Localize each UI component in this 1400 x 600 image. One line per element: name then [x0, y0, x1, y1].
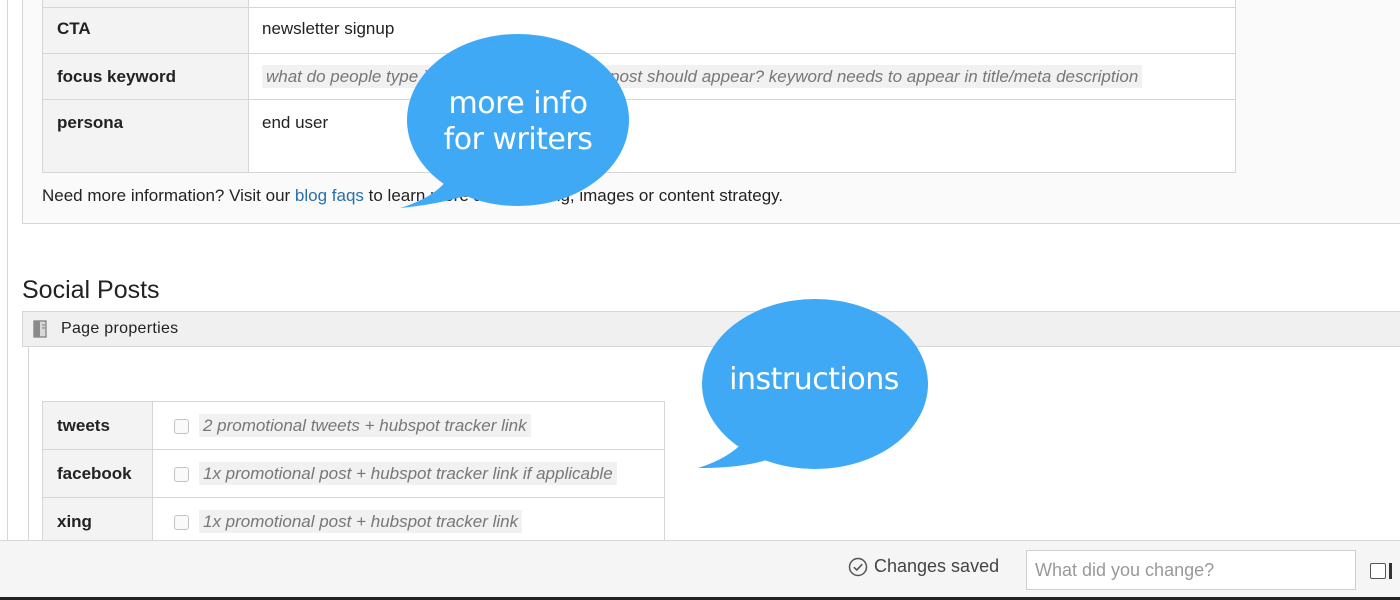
meta-hint: what do people type in google when this … [262, 65, 1143, 88]
social-key: xing [42, 497, 153, 546]
page-properties-label: Page properties [61, 320, 179, 337]
social-key: facebook [42, 449, 153, 498]
check-circle-icon [848, 557, 868, 576]
panel-icon [33, 320, 47, 338]
social-instruction: 1x promotional post + hubspot tracker li… [199, 461, 617, 485]
left-border-line [7, 0, 8, 540]
bottom-bar: Changes saved [0, 540, 1400, 600]
social-row-facebook: facebook 1x promotional post + hubspot t… [42, 449, 665, 498]
change-description-input[interactable] [1026, 550, 1356, 590]
social-row-tweets: tweets 2 promotional tweets + hubspot tr… [42, 401, 665, 450]
blog-meta-table: CTA newsletter signup focus keyword what… [42, 0, 1236, 173]
social-posts-table: tweets 2 promotional tweets + hubspot tr… [42, 401, 665, 546]
meta-row-cta: CTA newsletter signup [42, 7, 1236, 54]
writers-bubble-text: more info for writers [443, 86, 593, 157]
truncated-control [1389, 563, 1392, 579]
meta-key: CTA [42, 7, 249, 54]
social-instruction: 1x promotional post + hubspot tracker li… [199, 509, 523, 533]
social-key: tweets [42, 401, 153, 450]
meta-row-persona: persona end user [42, 99, 1236, 173]
social-row-xing: xing 1x promotional post + hubspot track… [42, 497, 665, 546]
checkbox[interactable] [174, 418, 189, 434]
instructions-bubble-text: instructions [729, 362, 899, 397]
publish-checkbox[interactable] [1370, 563, 1386, 579]
blog-faqs-link[interactable]: blog faqs [295, 186, 364, 205]
meta-value[interactable]: newsletter signup [248, 7, 1236, 54]
social-instruction: 2 promotional tweets + hubspot tracker l… [199, 413, 531, 437]
changes-saved-status: Changes saved [848, 556, 999, 577]
meta-value[interactable]: end user [248, 99, 1236, 173]
checkbox[interactable] [174, 466, 189, 482]
page-properties-bar[interactable]: Page properties [22, 311, 1400, 347]
meta-key: persona [42, 99, 249, 173]
section-title: Social Posts [22, 276, 160, 304]
meta-row-focus-keyword: focus keyword what do people type in goo… [42, 53, 1236, 100]
meta-key: focus keyword [42, 53, 249, 100]
info-text: Need more information? Visit our blog fa… [42, 186, 784, 205]
checkbox[interactable] [174, 514, 189, 530]
